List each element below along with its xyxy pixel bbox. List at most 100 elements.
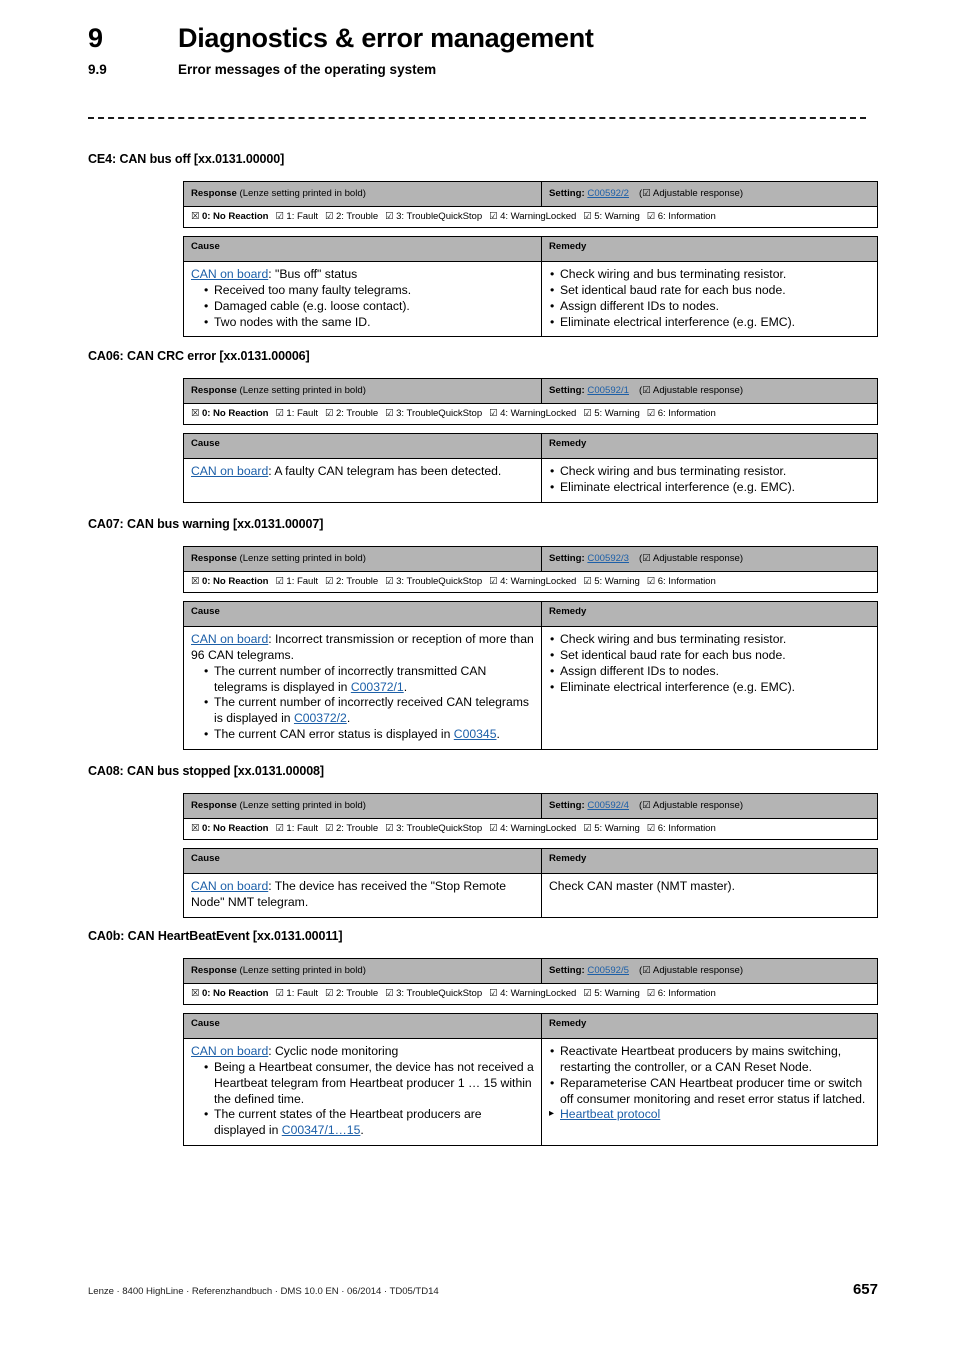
response-option-2: ☑ 2: Trouble (325, 408, 379, 419)
checkbox-icon: ☑ (385, 988, 394, 999)
checkbox-icon: ☑ (646, 576, 656, 587)
cause-bullet: The current CAN error status is displaye… (203, 727, 534, 743)
cause-lead: CAN on board: A faulty CAN telegram has … (191, 463, 502, 478)
checkbox-icon: ☑ (275, 576, 284, 587)
can-on-board-link[interactable]: CAN on board (191, 1044, 268, 1058)
cross-reference-row[interactable]: Heartbeat protocol (549, 1107, 870, 1123)
checkbox-icon: ☒ (191, 823, 200, 834)
error-heading: CA0b: CAN HeartBeatEvent [xx.0131.00011] (88, 929, 343, 943)
response-option-5: ☑ 5: Warning (583, 576, 640, 587)
error-heading: CA06: CAN CRC error [xx.0131.00006] (88, 349, 310, 363)
remedy-bullet: Check wiring and bus terminating resisto… (549, 267, 870, 283)
response-table: Response (Lenze setting printed in bold)… (183, 793, 878, 840)
cause-remedy-body-row: CAN on board: Incorrect transmission or … (183, 625, 878, 751)
cross-reference-link[interactable]: Heartbeat protocol (560, 1107, 660, 1121)
response-option-6: ☑ 6: Information (646, 408, 716, 419)
response-options-cell: ☒ 0: No Reaction ☑ 1: Fault ☑ 2: Trouble ☑ … (183, 571, 878, 593)
remedy-bullet-list: Check wiring and bus terminating resisto… (549, 464, 870, 496)
cause-remedy-body-row: CAN on board: The device has received th… (183, 872, 878, 918)
setting-code-link[interactable]: C00592/2 (587, 188, 629, 199)
remedy-header: Remedy (541, 432, 878, 459)
response-option-3: ☑ 3: TroubleQuickStop (385, 408, 483, 419)
cause-cell: CAN on board: The device has received th… (183, 872, 542, 918)
response-label-cell: Response (Lenze setting printed in bold) (183, 181, 542, 207)
setting-code-link[interactable]: C00592/1 (587, 385, 629, 396)
checkbox-icon: ☑ (583, 823, 592, 834)
response-options-cell: ☒ 0: No Reaction ☑ 1: Fault ☑ 2: Trouble ☑ … (183, 818, 878, 840)
cause-lead: CAN on board: "Bus off" status (191, 266, 358, 281)
remedy-bullet: Reparameterise CAN Heartbeat producer ti… (549, 1076, 870, 1108)
setting-cell: Setting: C00592/3 (☑ Adjustable response) (541, 546, 878, 572)
checkbox-icon: ☒ (191, 988, 200, 999)
cause-remedy-table: Cause Remedy CAN on board: The device has … (183, 847, 878, 918)
cause-remedy-body-row: CAN on board: "Bus off" status Received t… (183, 260, 878, 338)
response-option-0: ☒ 0: No Reaction (191, 823, 269, 834)
cause-remedy-header-row: Cause Remedy (183, 235, 878, 262)
remedy-bullet: Eliminate electrical interference (e.g. … (549, 480, 870, 496)
error-tables: Response (Lenze setting printed in bold)… (183, 793, 878, 918)
remedy-header: Remedy (541, 1012, 878, 1039)
remedy-bullet-list: Check wiring and bus terminating resisto… (549, 632, 870, 695)
cause-bullet: The current states of the Heartbeat prod… (203, 1107, 534, 1139)
setting-code-link[interactable]: C00592/3 (587, 553, 629, 564)
cause-cell: CAN on board: A faulty CAN telegram has … (183, 457, 542, 503)
can-on-board-link[interactable]: CAN on board (191, 632, 268, 646)
response-label-cell: Response (Lenze setting printed in bold) (183, 793, 542, 819)
response-option-2: ☑ 2: Trouble (325, 211, 379, 222)
response-label-note: (Lenze setting printed in bold) (236, 800, 366, 811)
parameter-link[interactable]: C00345 (454, 727, 497, 741)
cause-remedy-table: Cause Remedy CAN on board: Incorrect trans… (183, 600, 878, 751)
can-on-board-link[interactable]: CAN on board (191, 879, 268, 893)
response-option-5: ☑ 5: Warning (583, 408, 640, 419)
error-block-ca07: CA07: CAN bus warning [xx.0131.00007] Res… (88, 517, 878, 751)
cause-bullet: The current number of incorrectly receiv… (203, 695, 534, 727)
response-table: Response (Lenze setting printed in bold)… (183, 546, 878, 593)
adjustable-response-note: (☑ Adjustable response) (639, 385, 744, 396)
remedy-bullet-list: Check wiring and bus terminating resisto… (549, 267, 870, 330)
response-option-1: ☑ 1: Fault (275, 211, 319, 222)
parameter-link[interactable]: C00372/1 (351, 680, 404, 694)
cause-bullet: The current number of incorrectly transm… (203, 664, 534, 696)
setting-cell: Setting: C00592/1 (☑ Adjustable response) (541, 378, 878, 404)
setting-label: Setting: (549, 965, 585, 976)
remedy-header: Remedy (541, 235, 878, 262)
checkbox-icon: ☑ (325, 823, 334, 834)
document-page: 9 Diagnostics & error management 9.9 Err… (0, 0, 954, 1350)
checkbox-icon: ☑ (646, 408, 656, 419)
checkbox-icon: ☑ (385, 211, 394, 222)
response-options-cell: ☒ 0: No Reaction ☑ 1: Fault ☑ 2: Trouble ☑ … (183, 206, 878, 228)
response-option-1: ☑ 1: Fault (275, 576, 319, 587)
cause-cell: CAN on board: Incorrect transmission or … (183, 625, 542, 751)
setting-code-link[interactable]: C00592/4 (587, 800, 629, 811)
cause-lead: CAN on board: The device has received th… (191, 878, 507, 909)
response-table: Response (Lenze setting printed in bold)… (183, 378, 878, 425)
remedy-cell: Check wiring and bus terminating resisto… (541, 260, 878, 338)
setting-code-link[interactable]: C00592/5 (587, 965, 629, 976)
response-option-0: ☒ 0: No Reaction (191, 988, 269, 999)
adjustable-response-note: (☑ Adjustable response) (639, 553, 744, 564)
can-on-board-link[interactable]: CAN on board (191, 464, 268, 478)
response-label: Response (191, 553, 237, 564)
response-option-2: ☑ 2: Trouble (325, 988, 379, 999)
adjustable-response-note: (☑ Adjustable response) (639, 965, 744, 976)
cause-bullet: Received too many faulty telegrams. (203, 283, 534, 299)
checkbox-icon: ☑ (646, 988, 656, 999)
checkbox-icon: ☑ (489, 823, 498, 834)
section-heading-row: 9.9 Error messages of the operating syst… (88, 62, 878, 78)
response-header-row: Response (Lenze setting printed in bold)… (183, 181, 878, 207)
section-number: 9.9 (88, 61, 107, 77)
remedy-cell: Reactivate Heartbeat producers by mains … (541, 1037, 878, 1147)
response-option-1: ☑ 1: Fault (275, 988, 319, 999)
cause-remedy-header-row: Cause Remedy (183, 847, 878, 874)
response-label-cell: Response (Lenze setting printed in bold) (183, 958, 542, 984)
can-on-board-link[interactable]: CAN on board (191, 267, 268, 281)
parameter-link[interactable]: C00347/1…15 (282, 1123, 361, 1137)
parameter-link[interactable]: C00372/2 (294, 711, 347, 725)
checkbox-icon: ☑ (325, 211, 334, 222)
cause-lead: CAN on board: Incorrect transmission or … (191, 631, 534, 662)
checkbox-icon: ☑ (646, 823, 656, 834)
page-header: 9 Diagnostics & error management 9.9 Err… (88, 23, 878, 78)
cause-remedy-table: Cause Remedy CAN on board: A faulty CAN te… (183, 432, 878, 503)
response-label-note: (Lenze setting printed in bold) (236, 965, 366, 976)
response-option-3: ☑ 3: TroubleQuickStop (385, 211, 483, 222)
